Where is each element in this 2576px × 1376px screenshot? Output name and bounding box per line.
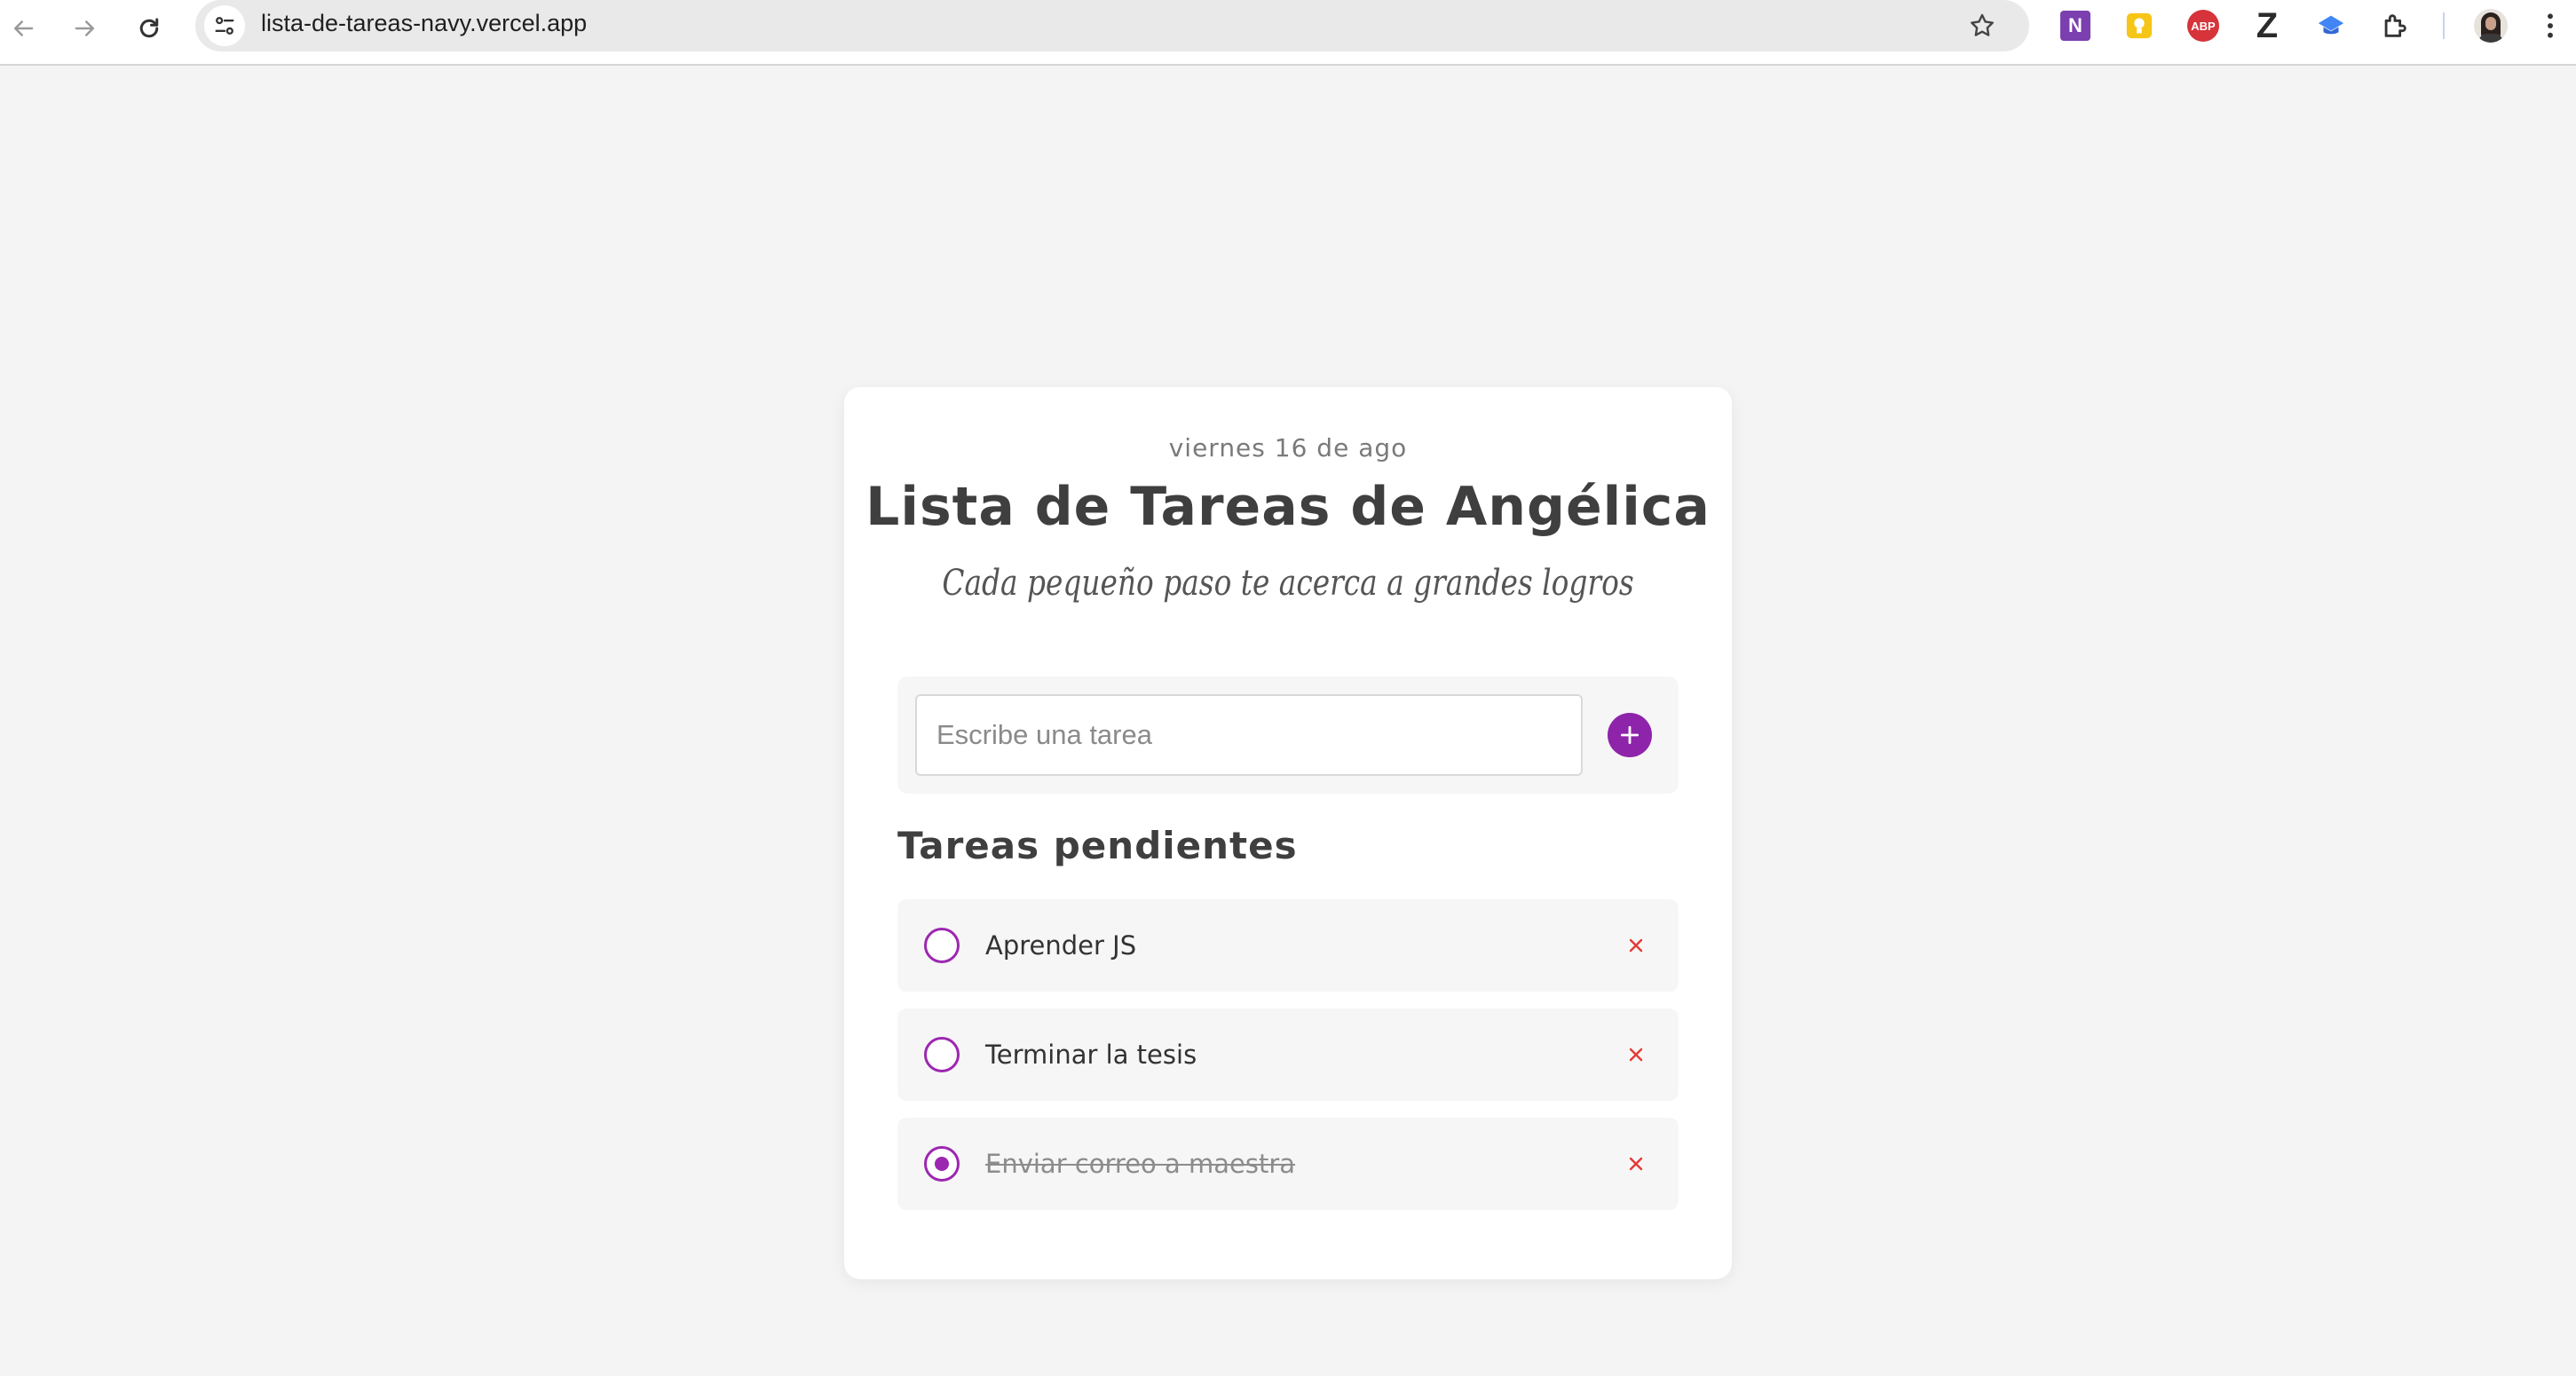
back-button[interactable] (0, 5, 46, 51)
close-icon (1629, 1048, 1643, 1062)
graduation-cap-icon (2318, 15, 2344, 35)
arrow-left-icon (14, 20, 34, 36)
profile-button[interactable] (2471, 6, 2510, 45)
more-vertical-icon (2548, 13, 2553, 38)
task-item: Terminar la tesis (897, 1008, 1679, 1101)
keep-extension[interactable] (2120, 6, 2159, 45)
add-task-button[interactable] (1608, 713, 1652, 757)
plus-icon (1620, 725, 1640, 745)
task-input[interactable] (915, 694, 1583, 776)
address-bar[interactable]: lista-de-tareas-navy.vercel.app (195, 0, 2029, 51)
task-checkbox[interactable] (924, 1146, 960, 1182)
task-item: Enviar correo a maestra (897, 1118, 1679, 1210)
browser-menu-button[interactable] (2537, 6, 2564, 45)
pending-tasks-heading: Tareas pendientes (897, 824, 1298, 867)
close-icon (1629, 938, 1643, 953)
onenote-icon: N (2060, 11, 2090, 41)
task-checkbox[interactable] (924, 928, 960, 963)
adblock-icon: ABP (2187, 10, 2219, 42)
site-info-button[interactable] (204, 5, 245, 46)
reload-icon (139, 18, 159, 38)
motivational-subtitle: Cada pequeño paso te acerca a grandes lo… (942, 563, 1634, 604)
task-label: Enviar correo a maestra (985, 1149, 1296, 1179)
bookmark-button[interactable] (1960, 4, 2004, 48)
current-date: viernes 16 de ago (1168, 433, 1408, 463)
extensions-puzzle-icon (2384, 14, 2406, 37)
avatar (2474, 9, 2508, 43)
onenote-label: N (2068, 14, 2082, 36)
arrow-right-icon (75, 20, 94, 36)
page-title: Lista de Tareas de Angélica (865, 476, 1711, 538)
tune-icon (215, 17, 234, 35)
delete-task-button[interactable] (1620, 1148, 1652, 1180)
zotero-icon: Z (2256, 5, 2279, 45)
adblock-extension[interactable]: ABP (2184, 6, 2223, 45)
adblock-label: ABP (2191, 19, 2216, 33)
onenote-extension[interactable]: N (2056, 6, 2095, 45)
browser-toolbar: lista-de-tareas-navy.vercel.app N ABP Z (0, 0, 2576, 66)
forward-button[interactable] (62, 5, 108, 51)
delete-task-button[interactable] (1620, 1039, 1652, 1071)
new-task-panel (897, 676, 1679, 794)
task-checkbox[interactable] (924, 1037, 960, 1072)
extensions-button[interactable] (2375, 6, 2414, 45)
url-text[interactable]: lista-de-tareas-navy.vercel.app (261, 0, 587, 51)
zotero-extension[interactable]: Z (2248, 6, 2287, 45)
delete-task-button[interactable] (1620, 929, 1652, 961)
close-icon (1629, 1157, 1643, 1171)
reload-button[interactable] (126, 5, 172, 51)
keep-icon (2126, 12, 2153, 39)
task-item: Aprender JS (897, 899, 1679, 992)
toolbar-divider (2443, 12, 2445, 39)
task-label: Aprender JS (985, 930, 1137, 961)
task-label: Terminar la tesis (985, 1040, 1197, 1070)
todo-card: viernes 16 de ago Lista de Tareas de Ang… (844, 387, 1732, 1279)
scholar-extension[interactable] (2311, 6, 2351, 45)
star-icon (1971, 13, 1994, 36)
